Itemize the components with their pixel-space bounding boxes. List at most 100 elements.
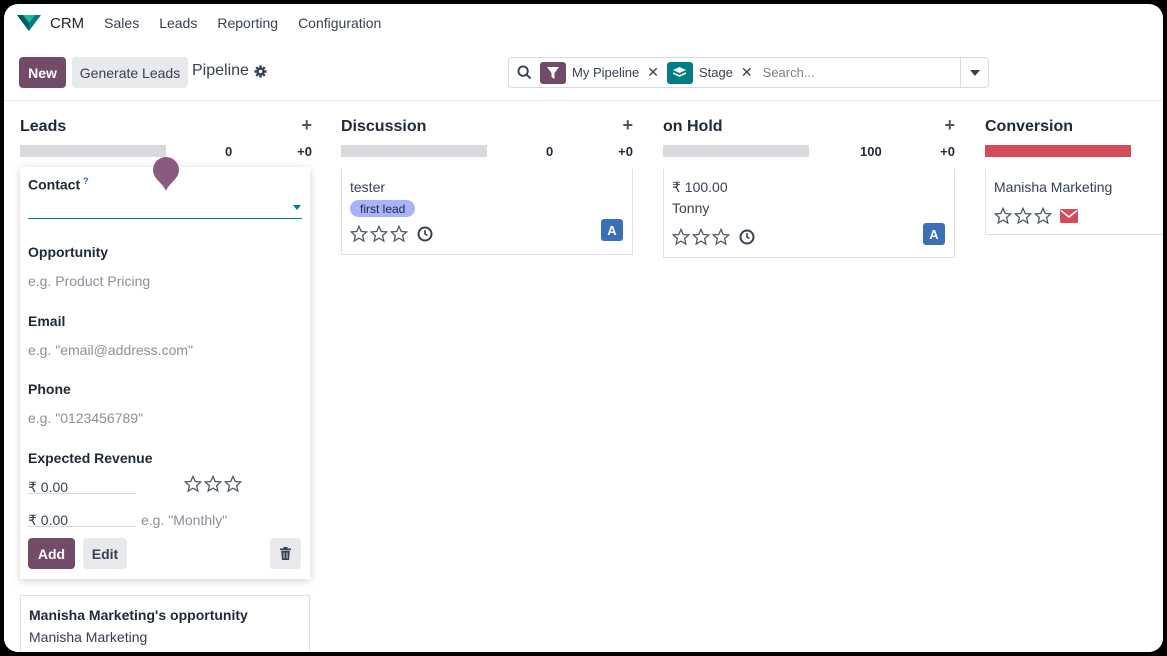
card-title: Manisha Marketing's opportunity	[29, 607, 248, 623]
phone-input[interactable]: e.g. "0123456789"	[28, 410, 143, 426]
edit-button[interactable]: Edit	[83, 538, 127, 569]
kanban-card[interactable]: Manisha Marketing	[985, 169, 1163, 235]
priority-stars[interactable]	[672, 228, 756, 246]
column-discussion: Discussion + 0 +0 tester first lead A	[341, 101, 633, 652]
column-title: on Hold	[663, 118, 723, 135]
recurring-plan-input[interactable]: e.g. "Monthly"	[141, 512, 227, 528]
column-conversion: Conversion Manisha Marketing	[985, 101, 1163, 652]
card-customer: Tonny	[672, 200, 710, 216]
column-title: Discussion	[341, 118, 427, 135]
control-panel: New Generate Leads Pipeline My Pipeline …	[4, 42, 1163, 100]
add-card-icon[interactable]: +	[301, 115, 312, 136]
search-bar: My Pipeline ✕ Stage ✕	[508, 57, 961, 88]
column-sum: 0	[225, 144, 233, 159]
star-icon[interactable]	[672, 228, 690, 246]
column-title: Leads	[20, 118, 67, 135]
menu-leads[interactable]: Leads	[159, 15, 197, 31]
star-icon[interactable]	[184, 475, 202, 493]
page-title: Pipeline	[192, 62, 249, 79]
email-input[interactable]: e.g. "email@address.com"	[28, 342, 193, 358]
caret-down-icon	[969, 69, 980, 76]
help-tooltip-icon[interactable]: ?	[83, 176, 89, 186]
avatar[interactable]: A	[601, 219, 623, 241]
column-leads: Leads + 0 +0 Contact? Opportunity e.g. P…	[20, 101, 312, 652]
card-customer: Manisha Marketing	[994, 179, 1113, 195]
opportunity-input[interactable]: e.g. Product Pricing	[28, 273, 150, 289]
star-icon[interactable]	[390, 225, 408, 243]
column-progress-bar[interactable]	[663, 145, 809, 157]
trash-icon	[280, 547, 291, 560]
tag-badge: first lead	[350, 200, 416, 217]
expected-revenue-label: Expected Revenue	[28, 450, 153, 466]
facet-my-pipeline: My Pipeline ✕	[540, 61, 659, 84]
layers-icon	[666, 61, 693, 84]
priority-stars[interactable]	[184, 475, 242, 493]
crm-logo-icon[interactable]	[16, 13, 42, 33]
opportunity-label: Opportunity	[28, 244, 109, 260]
remove-facet-icon[interactable]: ✕	[647, 64, 659, 81]
phone-label: Phone	[28, 381, 71, 397]
filter-icon	[540, 61, 566, 84]
app-name[interactable]: CRM	[50, 15, 84, 32]
star-icon[interactable]	[712, 228, 730, 246]
envelope-icon[interactable]	[1060, 209, 1078, 223]
star-icon[interactable]	[1014, 207, 1032, 225]
contact-field[interactable]	[28, 199, 302, 219]
avatar[interactable]: A	[923, 223, 945, 245]
column-progress-bar[interactable]	[20, 145, 166, 157]
menu-reporting[interactable]: Reporting	[217, 15, 278, 31]
star-icon[interactable]	[224, 475, 242, 493]
breadcrumb: Pipeline	[192, 62, 267, 80]
add-card-icon[interactable]: +	[944, 115, 955, 136]
contact-label: Contact?	[28, 176, 89, 193]
star-icon[interactable]	[1034, 207, 1052, 225]
add-card-icon[interactable]: +	[622, 115, 633, 136]
input-underline	[28, 493, 136, 494]
quick-create-form: Contact? Opportunity e.g. Product Pricin…	[20, 157, 310, 579]
input-underline	[28, 526, 136, 527]
add-button[interactable]: Add	[28, 538, 75, 569]
kanban-card[interactable]: ₹ 100.00 Tonny A	[663, 169, 955, 258]
column-sum: 0	[546, 144, 554, 159]
column-sum: 100	[860, 144, 882, 159]
clock-icon[interactable]	[738, 228, 756, 246]
column-progress-bar[interactable]	[341, 145, 487, 157]
gear-icon[interactable]	[254, 64, 267, 78]
menu-sales[interactable]: Sales	[104, 15, 139, 31]
contact-label-text: Contact	[28, 176, 81, 193]
clock-icon[interactable]	[416, 225, 434, 243]
column-title: Conversion	[985, 118, 1074, 135]
kanban-card[interactable]: tester first lead A	[341, 169, 633, 255]
app-window: CRM Sales Leads Reporting Configuration …	[4, 4, 1163, 652]
column-count: +0	[618, 144, 633, 159]
column-on-hold: on Hold + 100 +0 ₹ 100.00 Tonny A	[663, 101, 955, 652]
column-progress-bar[interactable]	[985, 145, 1131, 157]
star-icon[interactable]	[204, 475, 222, 493]
discard-button[interactable]	[270, 538, 301, 569]
menu-configuration[interactable]: Configuration	[298, 15, 381, 31]
caret-down-icon[interactable]	[293, 205, 301, 210]
search-input[interactable]	[762, 65, 943, 80]
generate-leads-button[interactable]: Generate Leads	[72, 57, 188, 88]
column-count: +0	[940, 144, 955, 159]
star-icon[interactable]	[370, 225, 388, 243]
kanban-card[interactable]: Manisha Marketing's opportunity Manisha …	[20, 595, 310, 652]
facet-label: Stage	[698, 65, 733, 80]
email-label: Email	[28, 313, 66, 329]
top-navbar: CRM Sales Leads Reporting Configuration	[4, 4, 1163, 42]
remove-facet-icon[interactable]: ✕	[741, 64, 753, 81]
star-icon[interactable]	[994, 207, 1012, 225]
priority-stars[interactable]	[994, 207, 1078, 225]
new-button[interactable]: New	[19, 57, 66, 88]
facet-stage: Stage ✕	[666, 61, 753, 84]
card-revenue: ₹ 100.00	[672, 179, 728, 195]
card-customer: Manisha Marketing	[29, 629, 148, 645]
star-icon[interactable]	[350, 225, 368, 243]
column-count: +0	[297, 144, 312, 159]
card-customer: tester	[350, 179, 386, 195]
facet-label: My Pipeline	[572, 65, 640, 80]
priority-stars[interactable]	[350, 225, 434, 243]
star-icon[interactable]	[692, 228, 710, 246]
search-options-toggle[interactable]	[960, 57, 989, 88]
map-marker-icon	[153, 157, 179, 191]
